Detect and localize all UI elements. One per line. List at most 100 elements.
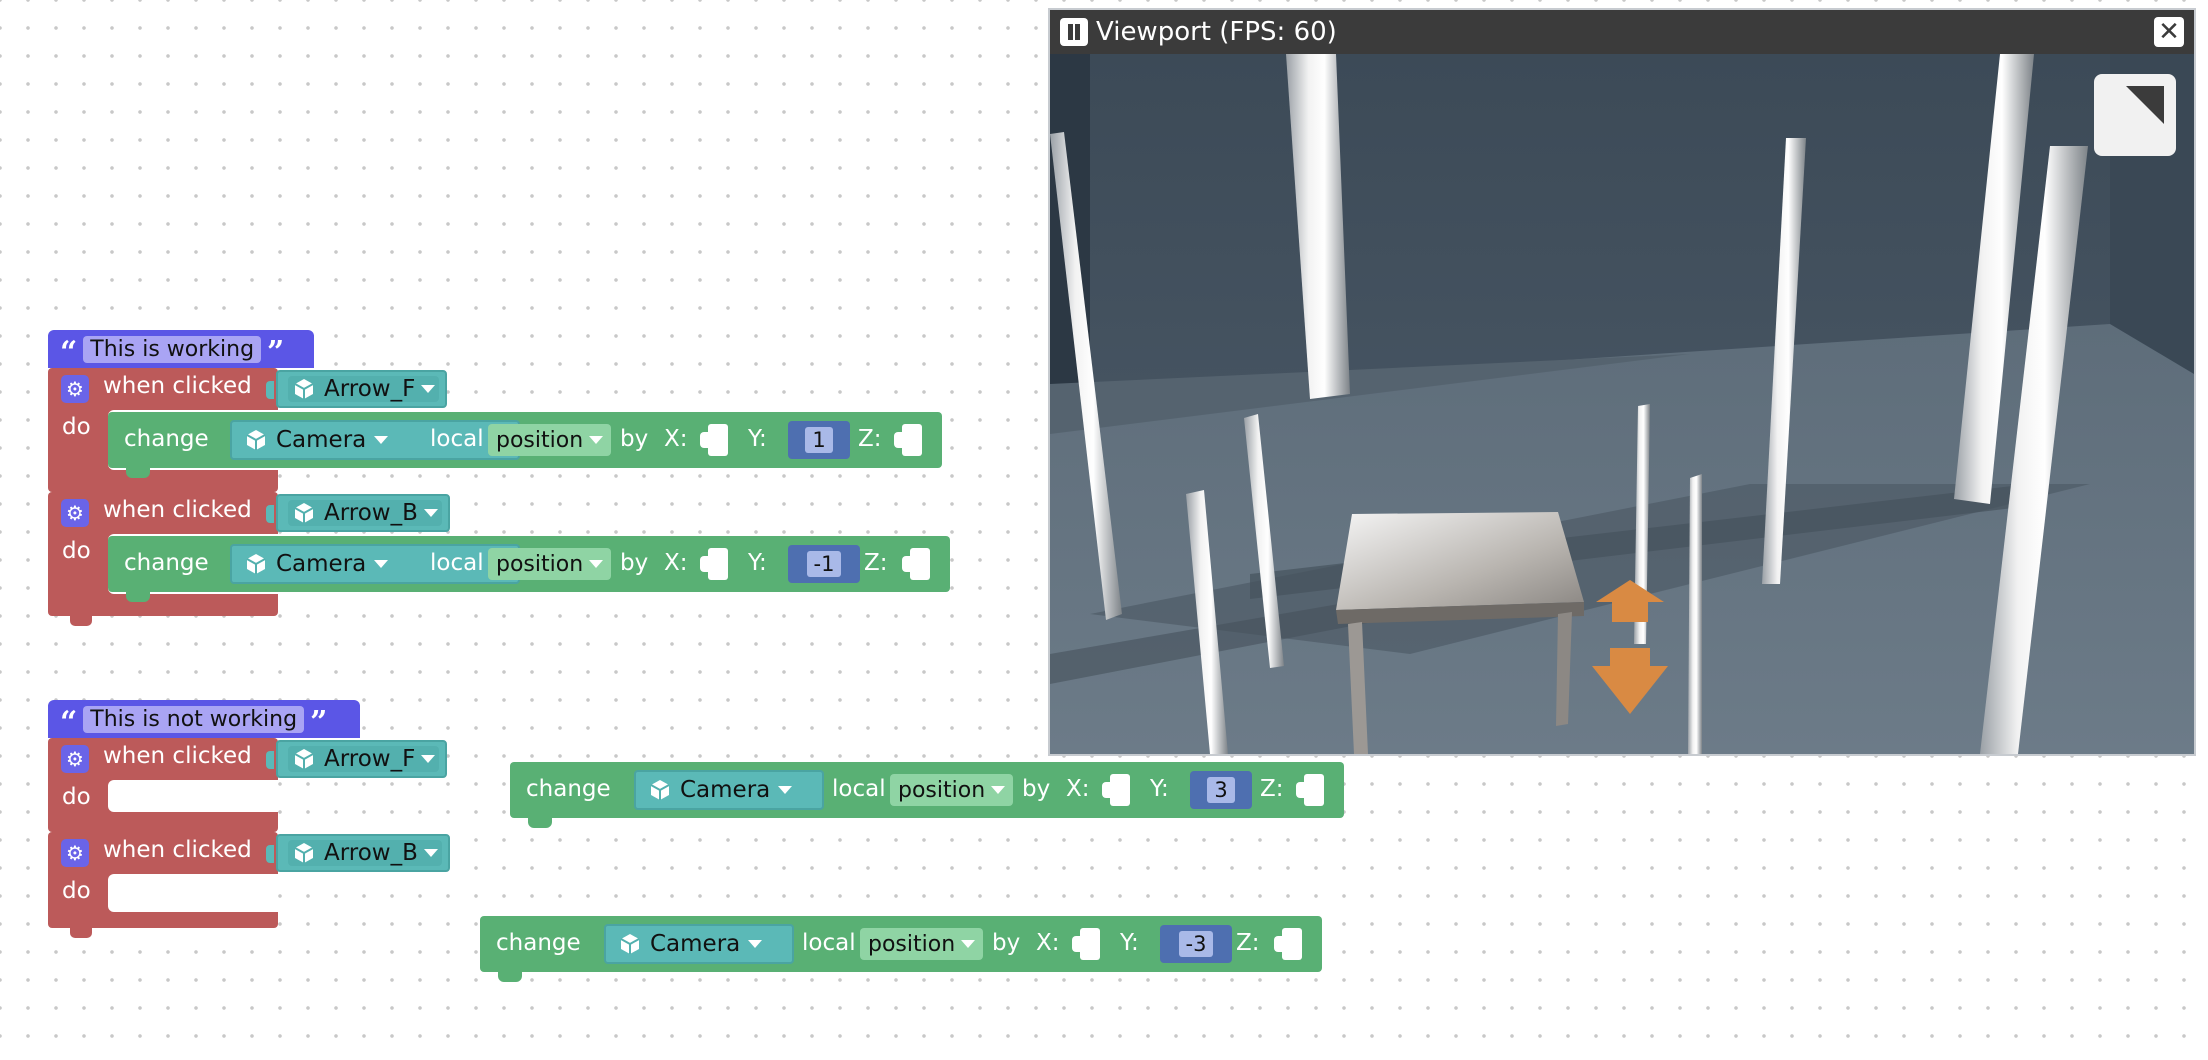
viewport-title: Viewport (FPS: 60) (1096, 17, 1337, 47)
cube-icon (246, 554, 266, 574)
dropdown-arrow-icon (748, 940, 763, 948)
object-name: Camera (276, 551, 367, 577)
x-input-slot[interactable] (708, 424, 728, 456)
by-label: by (620, 550, 649, 576)
close-quote-icon: ” (310, 705, 328, 740)
viewport-title-bar[interactable]: Viewport (FPS: 60) ✕ (1050, 10, 2194, 54)
x-input-slot[interactable] (1110, 774, 1130, 806)
change-position-block[interactable]: change Camera local position by X: Y: 3 … (510, 762, 1344, 828)
z-label: Z: (858, 426, 882, 452)
fullscreen-icon[interactable] (2094, 74, 2176, 156)
property-name: position (496, 551, 584, 577)
object-name: Arrow_B (324, 500, 418, 526)
object-selector-arrow-f[interactable]: Arrow_F (276, 740, 448, 778)
x-input-slot[interactable] (708, 548, 728, 580)
local-label: local (430, 550, 484, 576)
y-value[interactable]: -1 (806, 551, 842, 577)
cube-icon (294, 379, 314, 399)
by-label: by (620, 426, 649, 452)
comment-block-working[interactable]: “ This is working ” (48, 330, 314, 368)
by-label: by (992, 930, 1021, 956)
dropdown-arrow-icon (961, 940, 976, 948)
property-dropdown[interactable]: position (860, 928, 984, 960)
gear-icon[interactable]: ⚙ (61, 375, 89, 403)
y-number-block[interactable]: -3 (1160, 925, 1232, 963)
object-selector-arrow-f[interactable]: Arrow_F (276, 370, 448, 408)
dropdown-arrow-icon (421, 385, 436, 393)
z-input-slot[interactable] (910, 548, 930, 580)
y-label: Y: (1120, 930, 1139, 956)
dropdown-arrow-icon (589, 560, 604, 568)
y-number-block[interactable]: 3 (1190, 771, 1252, 809)
do-label: do (62, 414, 91, 440)
when-clicked-block[interactable]: ⚙ when clicked do (48, 738, 278, 832)
blocks-workspace[interactable]: “ This is working ” ⚙ when clicked do Ar… (0, 0, 2208, 1060)
gear-icon[interactable]: ⚙ (61, 839, 89, 867)
z-input-slot[interactable] (902, 424, 922, 456)
y-label: Y: (748, 550, 767, 576)
y-value[interactable]: 1 (805, 427, 833, 453)
do-label: do (62, 878, 91, 904)
property-name: position (496, 427, 584, 453)
z-input-slot[interactable] (1304, 774, 1324, 806)
change-label: change (124, 426, 209, 452)
do-label: do (62, 784, 91, 810)
local-label: local (430, 426, 484, 452)
comment-block-not-working[interactable]: “ This is not working ” (48, 700, 360, 738)
when-clicked-label: when clicked (103, 837, 252, 863)
change-position-block[interactable]: change Camera local position by X: Y: 1 … (108, 412, 942, 478)
y-number-block[interactable]: -1 (788, 545, 860, 583)
object-selector-camera[interactable]: Camera (634, 770, 824, 810)
cube-icon (294, 749, 314, 769)
change-label: change (526, 776, 611, 802)
object-selector-camera[interactable]: Camera (604, 924, 794, 964)
viewport-window[interactable]: Viewport (FPS: 60) ✕ (1048, 8, 2196, 756)
y-number-block[interactable]: 1 (788, 421, 850, 459)
z-label: Z: (1260, 776, 1284, 802)
object-name: Camera (680, 777, 771, 803)
local-label: local (832, 776, 886, 802)
property-dropdown[interactable]: position (488, 424, 612, 456)
x-label: X: (1036, 930, 1060, 956)
cube-icon (650, 780, 670, 800)
object-name: Arrow_F (324, 746, 416, 772)
property-dropdown[interactable]: position (890, 774, 1014, 806)
when-clicked-label: when clicked (103, 497, 252, 523)
z-input-slot[interactable] (1282, 928, 1302, 960)
cube-icon (294, 843, 314, 863)
cube-icon (620, 934, 640, 954)
z-label: Z: (864, 550, 888, 576)
y-label: Y: (1150, 776, 1169, 802)
object-name: Arrow_B (324, 840, 418, 866)
change-label: change (124, 550, 209, 576)
dropdown-arrow-icon (421, 755, 436, 763)
x-input-slot[interactable] (1080, 928, 1100, 960)
dropdown-arrow-icon (423, 849, 438, 857)
y-value[interactable]: -3 (1178, 931, 1214, 957)
x-label: X: (664, 426, 688, 452)
x-label: X: (1066, 776, 1090, 802)
dropdown-arrow-icon (374, 560, 389, 568)
gear-icon[interactable]: ⚙ (61, 745, 89, 773)
object-name: Arrow_F (324, 376, 416, 402)
do-statement-slot (108, 874, 278, 912)
property-name: position (898, 777, 986, 803)
3d-scene[interactable] (1050, 54, 2194, 754)
open-quote-icon: “ (60, 705, 78, 740)
y-label: Y: (748, 426, 767, 452)
dropdown-arrow-icon (991, 786, 1006, 794)
local-label: local (802, 930, 856, 956)
gear-icon[interactable]: ⚙ (61, 499, 89, 527)
pause-icon[interactable] (1060, 18, 1088, 46)
object-selector-arrow-b[interactable]: Arrow_B (276, 834, 450, 872)
property-dropdown[interactable]: position (488, 548, 612, 580)
change-position-block[interactable]: change Camera local position by X: Y: -3… (480, 916, 1322, 982)
change-position-block[interactable]: change Camera local position by X: Y: -1… (108, 536, 950, 602)
close-icon[interactable]: ✕ (2154, 17, 2184, 47)
when-clicked-block[interactable]: ⚙ when clicked do (48, 832, 278, 938)
comment-text: This is working (83, 335, 262, 363)
object-name: Camera (276, 427, 367, 453)
change-label: change (496, 930, 581, 956)
y-value[interactable]: 3 (1207, 777, 1235, 803)
object-selector-arrow-b[interactable]: Arrow_B (276, 494, 450, 532)
